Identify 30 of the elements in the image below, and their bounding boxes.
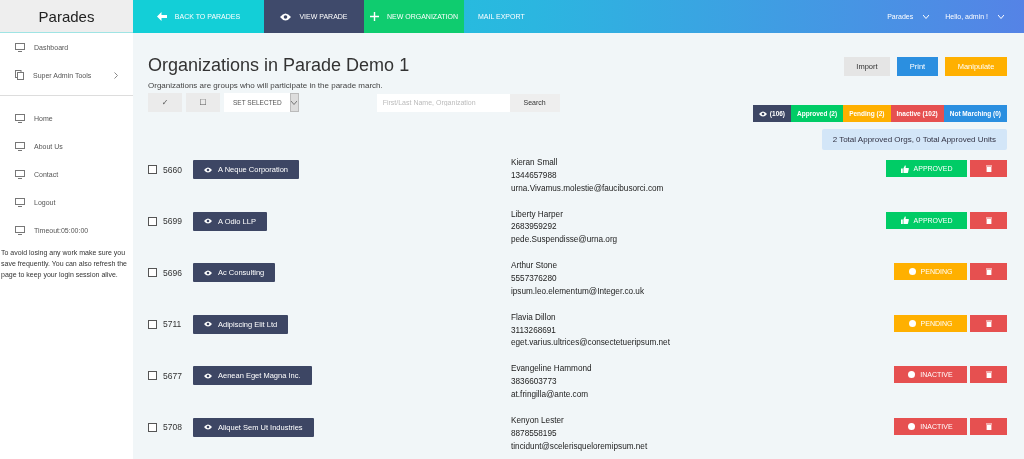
contact-phone: 5557376280 — [511, 273, 558, 285]
org-id: 5711 — [163, 319, 183, 330]
org-id: 5677 — [163, 370, 183, 381]
contact-name: Liberty Harper — [511, 208, 564, 221]
brand-title: Parades — [0, 0, 133, 33]
page-subtitle: Organizations are groups who will participate in the parade march. — [148, 81, 384, 90]
check-all-button[interactable]: ✓ — [148, 93, 182, 112]
page-title: Organizations in Parade Demo 1 — [148, 55, 410, 76]
contact-email: pede.Suspendisse@urna.org — [511, 234, 619, 247]
contact-phone: 3113268691 — [511, 324, 557, 337]
org-id: 5696 — [163, 267, 183, 278]
contact-email: urna.Vivamus.molestie@faucibusorci.com — [511, 182, 665, 195]
uncheck-all-button[interactable]: ☐ — [186, 93, 220, 112]
contact-email: eget.varius.ultrices@consectetueripsum.net — [511, 337, 671, 350]
org-id: 5699 — [163, 216, 183, 227]
org-id: 5660 — [163, 164, 183, 175]
contact-name: Kieran Small — [511, 157, 559, 169]
contact-phone: 1344657988 — [511, 169, 558, 182]
contact-name: Arthur Stone — [511, 260, 558, 273]
summary-alert: 2 Total Approved Orgs, 0 Total Approved Units — [821, 129, 1007, 150]
contact-email: tincidunt@scelerisqueloremipsum.net — [511, 440, 649, 453]
contact-phone: 8878558195 — [511, 427, 558, 440]
contact-email: ipsum.leo.elementum@Integer.co.uk — [511, 285, 645, 298]
contact-phone: 3836603773 — [511, 376, 558, 389]
contact-phone: 2683959292 — [511, 221, 558, 234]
contact-name: Flavia Dillon — [511, 311, 557, 324]
contact-name: Evangeline Hammond — [511, 363, 593, 376]
org-id: 5708 — [163, 422, 183, 433]
contact-email: at.fringilla@ante.com — [511, 388, 590, 401]
contact-name: Kenyon Lester — [511, 414, 565, 427]
